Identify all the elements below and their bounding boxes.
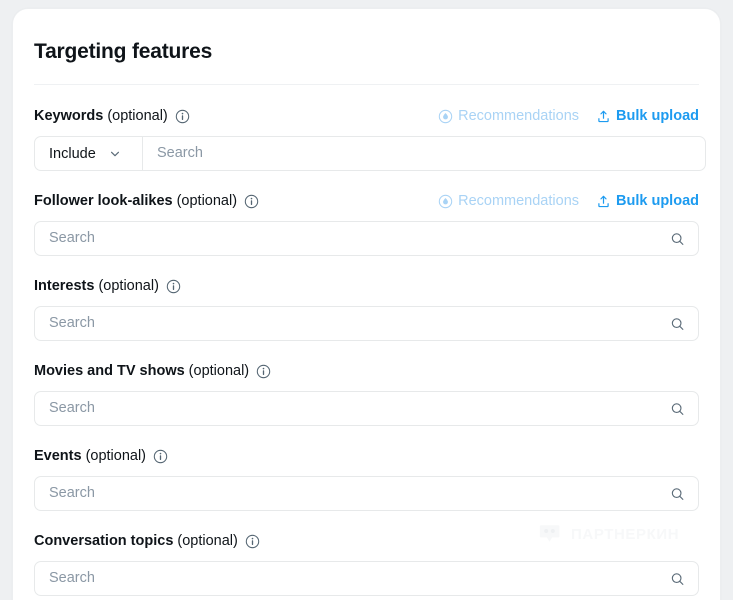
keywords-search-placeholder: Search bbox=[157, 145, 203, 161]
info-circle-icon[interactable] bbox=[245, 534, 260, 549]
keywords-input-group: Include Search bbox=[34, 136, 706, 171]
field-events-label-row: Events (optional) bbox=[34, 446, 699, 466]
field-keywords-actions: Recommendations Bulk upload bbox=[438, 107, 699, 126]
upload-icon bbox=[596, 194, 611, 209]
movies-and-tv-shows-search-placeholder: Search bbox=[49, 400, 95, 416]
interests-search-input[interactable]: Search bbox=[35, 307, 698, 340]
movies-and-tv-shows-search-input[interactable]: Search bbox=[35, 392, 698, 425]
bulk-upload-label: Bulk upload bbox=[616, 192, 699, 209]
info-circle-icon[interactable] bbox=[256, 364, 271, 379]
interests-input-group: Search bbox=[34, 306, 699, 341]
keywords-match-type-value: Include bbox=[49, 145, 96, 162]
search-icon[interactable] bbox=[670, 231, 685, 246]
recommendations-label: Recommendations bbox=[458, 107, 580, 124]
field-label-text: Movies and TV shows bbox=[34, 362, 185, 379]
search-icon[interactable] bbox=[670, 486, 685, 501]
recommendations-link-follower-look-alikes[interactable]: Recommendations bbox=[438, 192, 579, 211]
targeting-features-card: Targeting features Keywords (optional) R… bbox=[12, 8, 721, 600]
sparkle-droplet-icon bbox=[438, 109, 453, 124]
field-keywords: Keywords (optional) Recommendations Bulk… bbox=[34, 106, 706, 171]
field-keywords-label: Keywords (optional) bbox=[34, 107, 190, 126]
conversation-topics-search-input[interactable]: Search bbox=[35, 562, 698, 595]
keywords-search-input[interactable]: Search bbox=[143, 137, 705, 170]
events-search-placeholder: Search bbox=[49, 485, 95, 501]
field-interests-label: Interests (optional) bbox=[34, 277, 181, 296]
bulk-upload-link-keywords[interactable]: Bulk upload bbox=[596, 107, 699, 126]
field-conversation-topics: Conversation topics (optional) Search bbox=[34, 531, 699, 596]
chevron-down-icon bbox=[109, 148, 121, 160]
conversation-topics-input-group: Search bbox=[34, 561, 699, 596]
field-movies-and-tv-shows: Movies and TV shows (optional) Search bbox=[34, 361, 699, 426]
field-movies-and-tv-shows-label: Movies and TV shows (optional) bbox=[34, 362, 271, 381]
field-events-label: Events (optional) bbox=[34, 447, 168, 466]
keywords-match-type-select[interactable]: Include bbox=[35, 137, 143, 170]
info-circle-icon[interactable] bbox=[166, 279, 181, 294]
conversation-topics-search-placeholder: Search bbox=[49, 570, 95, 586]
bulk-upload-link-follower-look-alikes[interactable]: Bulk upload bbox=[596, 192, 699, 211]
title-divider bbox=[34, 84, 699, 85]
page-root: Targeting features Keywords (optional) R… bbox=[0, 0, 733, 600]
bulk-upload-label: Bulk upload bbox=[616, 107, 699, 124]
field-follower-look-alikes-actions: Recommendations Bulk upload bbox=[438, 192, 699, 211]
field-follower-look-alikes: Follower look-alikes (optional) Recommen… bbox=[34, 191, 699, 256]
field-optional-text: (optional) bbox=[85, 447, 147, 464]
events-input-group: Search bbox=[34, 476, 699, 511]
field-label-text: Interests bbox=[34, 277, 95, 294]
field-events: Events (optional) Search bbox=[34, 446, 699, 511]
recommendations-link-keywords[interactable]: Recommendations bbox=[438, 107, 579, 126]
follower-look-alikes-search-placeholder: Search bbox=[49, 230, 95, 246]
upload-icon bbox=[596, 109, 611, 124]
field-follower-look-alikes-label-row: Follower look-alikes (optional) Recommen… bbox=[34, 191, 699, 211]
field-optional-text: (optional) bbox=[107, 107, 168, 124]
field-conversation-topics-label: Conversation topics (optional) bbox=[34, 532, 260, 551]
recommendations-label: Recommendations bbox=[458, 192, 580, 209]
page-title: Targeting features bbox=[34, 40, 213, 63]
movies-and-tv-shows-input-group: Search bbox=[34, 391, 699, 426]
field-label-text: Follower look-alikes bbox=[34, 192, 173, 209]
field-label-text: Events bbox=[34, 447, 82, 464]
field-optional-text: (optional) bbox=[98, 277, 159, 294]
field-optional-text: (optional) bbox=[177, 532, 238, 549]
field-optional-text: (optional) bbox=[188, 362, 250, 379]
search-icon[interactable] bbox=[670, 401, 685, 416]
info-circle-icon[interactable] bbox=[244, 194, 259, 209]
interests-search-placeholder: Search bbox=[49, 315, 95, 331]
field-keywords-label-row: Keywords (optional) Recommendations Bulk… bbox=[34, 106, 699, 126]
follower-look-alikes-search-input[interactable]: Search bbox=[35, 222, 698, 255]
info-circle-icon[interactable] bbox=[153, 449, 168, 464]
field-label-text: Conversation topics bbox=[34, 532, 174, 549]
search-icon[interactable] bbox=[670, 316, 685, 331]
field-conversation-topics-label-row: Conversation topics (optional) bbox=[34, 531, 699, 551]
sparkle-droplet-icon bbox=[438, 194, 453, 209]
follower-look-alikes-input-group: Search bbox=[34, 221, 699, 256]
field-optional-text: (optional) bbox=[176, 192, 238, 209]
field-interests-label-row: Interests (optional) bbox=[34, 276, 699, 296]
events-search-input[interactable]: Search bbox=[35, 477, 698, 510]
info-circle-icon[interactable] bbox=[175, 109, 190, 124]
field-movies-and-tv-shows-label-row: Movies and TV shows (optional) bbox=[34, 361, 699, 381]
field-label-text: Keywords bbox=[34, 107, 104, 124]
field-follower-look-alikes-label: Follower look-alikes (optional) bbox=[34, 192, 259, 211]
field-interests: Interests (optional) Search bbox=[34, 276, 699, 341]
search-icon[interactable] bbox=[670, 571, 685, 586]
